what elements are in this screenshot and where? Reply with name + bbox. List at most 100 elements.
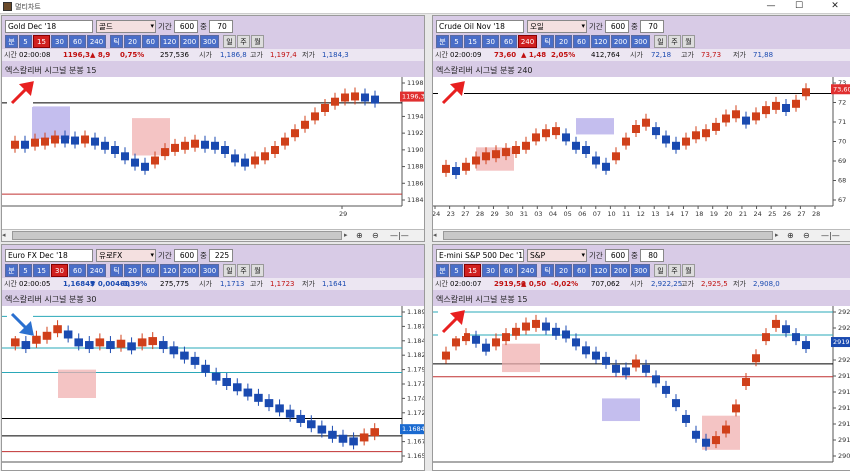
timeframe-button[interactable]: 주 (237, 264, 250, 277)
timeframe-button[interactable]: 20 (124, 35, 141, 48)
timeframe-button[interactable]: 240 (518, 35, 537, 48)
scroll-left-icon[interactable]: ◂ (2, 231, 10, 240)
timeframe-button[interactable]: 분 (436, 35, 449, 48)
timeframe-button[interactable]: 300 (200, 264, 219, 277)
timeframe-button[interactable]: 60 (573, 35, 590, 48)
timeframe-button[interactable]: 일 (654, 35, 667, 48)
timeframe-button[interactable]: 분 (436, 264, 449, 277)
zoom-in-icon[interactable]: ⊕ (356, 230, 363, 241)
timeframe-button[interactable]: 5 (450, 264, 463, 277)
scroll-left-icon[interactable]: ◂ (433, 231, 441, 240)
scroll-thumb[interactable] (12, 231, 342, 240)
timeframe-button[interactable]: 200 (180, 264, 199, 277)
timeframe-button[interactable]: 틱 (110, 264, 123, 277)
timeframe-button[interactable]: 200 (611, 35, 630, 48)
zoom-slider[interactable]: —|— (390, 230, 409, 241)
zoom-in-icon[interactable]: ⊕ (787, 230, 794, 241)
timeframe-button[interactable]: 5 (19, 35, 32, 48)
zoom-out-icon[interactable]: ⊖ (803, 230, 810, 241)
timeframe-button[interactable]: 240 (518, 264, 537, 277)
instrument-select[interactable]: 오일 ▾ (527, 20, 587, 33)
timeframe-button[interactable]: 240 (87, 264, 106, 277)
chevron-down-icon[interactable]: ▾ (581, 250, 585, 261)
timeframe-button[interactable]: 5 (450, 35, 463, 48)
instrument-select[interactable]: S&P ▾ (527, 249, 587, 262)
timeframe-button[interactable]: 60 (69, 264, 86, 277)
timeframe-button[interactable]: 월 (682, 35, 695, 48)
period-input[interactable]: 600 (605, 20, 629, 33)
timeframe-button[interactable]: 120 (160, 35, 179, 48)
timeframe-button[interactable]: 300 (200, 35, 219, 48)
instrument-select[interactable]: 유로FX ▾ (96, 249, 156, 262)
term-input[interactable]: 70 (640, 20, 664, 33)
period-input[interactable]: 600 (174, 20, 198, 33)
close-button[interactable]: ✕ (822, 0, 848, 14)
chevron-down-icon[interactable]: ▾ (150, 250, 154, 261)
term-input[interactable]: 225 (209, 249, 233, 262)
price-chart[interactable]: 1.1899 1.1874 1.1849 1.1824 1.1799 1.1774 1.17… (2, 306, 425, 471)
period-input[interactable]: 600 (605, 249, 629, 262)
timeframe-button[interactable]: 60 (69, 35, 86, 48)
term-input[interactable]: 70 (209, 20, 233, 33)
timeframe-button[interactable]: 300 (631, 35, 650, 48)
timeframe-button[interactable]: 일 (223, 264, 236, 277)
timeframe-button[interactable]: 일 (223, 35, 236, 48)
symbol-field[interactable]: Gold Dec '18 (5, 20, 93, 33)
timeframe-button[interactable]: 월 (251, 264, 264, 277)
timeframe-button[interactable]: 20 (555, 35, 572, 48)
timeframe-button[interactable]: 60 (500, 35, 517, 48)
timeframe-button[interactable]: 15 (464, 264, 481, 277)
timeframe-button[interactable]: 120 (591, 35, 610, 48)
timeframe-button[interactable]: 틱 (541, 264, 554, 277)
timeframe-button[interactable]: 120 (160, 264, 179, 277)
timeframe-button[interactable]: 300 (631, 264, 650, 277)
timeframe-button[interactable]: 60 (142, 264, 159, 277)
timeframe-button[interactable]: 분 (5, 35, 18, 48)
timeframe-button[interactable]: 15 (33, 264, 50, 277)
timeframe-button[interactable]: 분 (5, 264, 18, 277)
scroll-right-icon[interactable]: ▸ (344, 231, 352, 240)
timeframe-button[interactable]: 240 (87, 35, 106, 48)
symbol-field[interactable]: E-mini S&P 500 Dec '18 (436, 249, 524, 262)
chart-scrollbar[interactable]: ◂ ▸ ⊕ ⊖ —|— (2, 229, 424, 241)
maximize-button[interactable]: ☐ (786, 0, 812, 14)
zoom-out-icon[interactable]: ⊖ (372, 230, 379, 241)
timeframe-button[interactable]: 월 (251, 35, 264, 48)
term-input[interactable]: 80 (640, 249, 664, 262)
price-chart[interactable]: 2926292429222920291829162914291229102908… (433, 306, 850, 471)
period-input[interactable]: 600 (174, 249, 198, 262)
timeframe-button[interactable]: 200 (180, 35, 199, 48)
instrument-select[interactable]: 골드 ▾ (96, 20, 156, 33)
minimize-button[interactable]: — (758, 0, 784, 14)
chevron-down-icon[interactable]: ▾ (581, 21, 585, 32)
timeframe-button[interactable]: 주 (668, 35, 681, 48)
timeframe-button[interactable]: 일 (654, 264, 667, 277)
scroll-right-icon[interactable]: ▸ (775, 231, 783, 240)
timeframe-button[interactable]: 30 (482, 264, 499, 277)
zoom-slider[interactable]: —|— (821, 230, 840, 241)
price-chart[interactable]: 11981196119411921190118811861184291196,3 (2, 77, 425, 232)
timeframe-button[interactable]: 틱 (110, 35, 123, 48)
price-chart[interactable]: 7372717069686724232728293031030405060710… (433, 77, 850, 232)
timeframe-button[interactable]: 60 (142, 35, 159, 48)
symbol-field[interactable]: Euro FX Dec '18 (5, 249, 93, 262)
timeframe-button[interactable]: 30 (51, 264, 68, 277)
symbol-field[interactable]: Crude Oil Nov '18 (436, 20, 524, 33)
timeframe-button[interactable]: 30 (482, 35, 499, 48)
chart-scrollbar[interactable]: ◂ ▸ ⊕ ⊖ —|— (433, 229, 850, 241)
timeframe-button[interactable]: 5 (19, 264, 32, 277)
timeframe-button[interactable]: 주 (668, 264, 681, 277)
timeframe-button[interactable]: 60 (573, 264, 590, 277)
timeframe-button[interactable]: 월 (682, 264, 695, 277)
timeframe-button[interactable]: 30 (51, 35, 68, 48)
scroll-thumb[interactable] (443, 231, 773, 240)
timeframe-button[interactable]: 주 (237, 35, 250, 48)
timeframe-button[interactable]: 틱 (541, 35, 554, 48)
timeframe-button[interactable]: 20 (124, 264, 141, 277)
timeframe-button[interactable]: 20 (555, 264, 572, 277)
chevron-down-icon[interactable]: ▾ (150, 21, 154, 32)
timeframe-button[interactable]: 200 (611, 264, 630, 277)
timeframe-button[interactable]: 15 (464, 35, 481, 48)
timeframe-button[interactable]: 60 (500, 264, 517, 277)
timeframe-button[interactable]: 120 (591, 264, 610, 277)
